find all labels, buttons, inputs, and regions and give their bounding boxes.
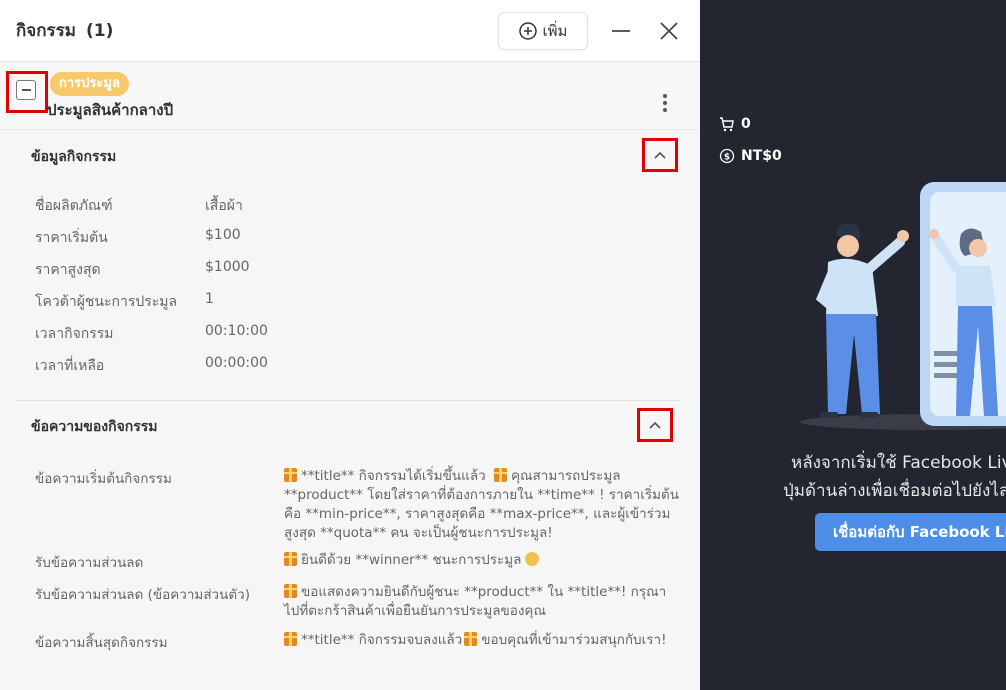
gift-icon: [284, 468, 297, 482]
chevron-up-icon: [649, 421, 661, 429]
gift-icon: [284, 632, 297, 646]
info-section-header[interactable]: ข้อมูลกิจกรรม: [16, 131, 681, 183]
gift-icon: [284, 552, 297, 566]
message-row-end: ข้อความสิ้นสุดกิจกรรม **title** กิจกรรมจ…: [16, 631, 681, 679]
minimize-button[interactable]: [606, 16, 636, 46]
info-value: 00:00:00: [205, 355, 268, 371]
info-row-remaining: เวลาที่เหลือ 00:00:00: [16, 355, 681, 387]
message-section-title: ข้อความของกิจกรรม: [31, 419, 158, 435]
dollar-icon: $: [719, 148, 735, 164]
gift-icon: [493, 468, 507, 482]
info-section-title: ข้อมูลกิจกรรม: [31, 149, 117, 165]
message-value: **title** กิจกรรมได้เริ่มขึ้นแล้ว คุณสาม…: [284, 467, 679, 543]
info-label: โควต้าผู้ชนะการประมูล: [35, 294, 178, 310]
info-label: เวลาที่เหลือ: [35, 358, 105, 374]
message-row-discount: รับข้อความส่วนลด ยินดีด้วย **winner** ชน…: [16, 551, 681, 583]
add-button[interactable]: เพิ่ม: [498, 11, 588, 50]
close-icon: [660, 21, 678, 40]
info-row-winner-quota: โควต้าผู้ชนะการประมูล 1: [16, 291, 681, 323]
more-vertical-icon[interactable]: [654, 90, 676, 116]
info-row-product: ชื่อผลิตภัณฑ์ เสื้อผ้า: [16, 195, 681, 227]
svg-text:$: $: [724, 153, 730, 163]
message-row-start: ข้อความเริ่มต้นกิจกรรม **title** กิจกรรม…: [16, 467, 681, 551]
plus-circle-icon: [518, 21, 537, 40]
info-value: $100: [205, 227, 241, 243]
balance-stat: $ NT$0: [719, 148, 782, 164]
connect-facebook-live-button[interactable]: เชื่อมต่อกับ Facebook Live: [815, 513, 1006, 551]
info-label: ราคาสูงสุด: [35, 262, 101, 278]
cart-count: 0: [741, 116, 751, 132]
panel-header: กิจกรรม (1) เพิ่ม: [0, 0, 700, 62]
message-text: ขอแสดงความยินดีกับผู้ชนะ **product** ใน …: [284, 584, 667, 619]
clap-icon: [525, 552, 540, 566]
message-section-header[interactable]: ข้อความของกิจกรรม: [16, 401, 681, 453]
event-type-badge: การประมูล: [50, 72, 129, 96]
activity-panel: กิจกรรม (1) เพิ่ม การประมูล ประมูลสินค้า…: [0, 0, 700, 690]
info-value: เสื้อผ้า: [205, 198, 243, 214]
message-text: ขอบคุณที่เข้ามาร่วมสนุกกับเรา!: [481, 632, 667, 648]
cart-stat: 0: [719, 116, 751, 132]
collapse-icon[interactable]: [16, 80, 36, 100]
close-button[interactable]: [654, 16, 684, 46]
activity-count: (1): [86, 20, 114, 41]
message-label: รับข้อความส่วนลด (ข้อความส่วนตัว): [35, 587, 250, 603]
message-text: **title** กิจกรรมจบลงแล้ว: [301, 632, 463, 648]
minimize-icon: [612, 29, 630, 32]
info-row-max-price: ราคาสูงสุด $1000: [16, 259, 681, 291]
gift-icon: [464, 632, 478, 646]
event-item[interactable]: การประมูล ประมูลสินค้ากลางปี: [0, 62, 700, 130]
connect-instructions-line2: ปุ่มด้านล่างเพื่อเชื่อมต่อไปยังไล: [783, 481, 1006, 501]
message-value: **title** กิจกรรมจบลงแล้ว ขอบคุณที่เข้ามา…: [284, 631, 679, 650]
message-section: ข้อความของกิจกรรม ข้อความเริ่มต้นกิจกรรม…: [16, 401, 681, 679]
info-collapse-button[interactable]: [642, 138, 678, 172]
message-value: ขอแสดงความยินดีกับผู้ชนะ **product** ใน …: [284, 583, 679, 621]
gift-icon: [284, 584, 297, 598]
cart-icon: [720, 117, 734, 132]
panel-title: กิจกรรม: [16, 21, 77, 41]
add-button-label: เพิ่ม: [542, 21, 568, 40]
message-collapse-button[interactable]: [637, 408, 673, 442]
event-name: ประมูลสินค้ากลางปี: [47, 101, 174, 119]
message-label: รับข้อความส่วนลด: [35, 555, 144, 571]
info-label: ราคาเริ่มต้น: [35, 230, 108, 246]
info-row-duration: เวลากิจกรรม 00:10:00: [16, 323, 681, 355]
balance-value: NT$0: [741, 148, 782, 164]
message-label: ข้อความสิ้นสุดกิจกรรม: [35, 635, 168, 651]
message-value: ยินดีด้วย **winner** ชนะการประมูล: [284, 551, 679, 570]
info-value: 1: [205, 291, 214, 307]
live-preview-panel: 0 $ NT$0 หลังจากเริ่มใช้ Facebook Live ป…: [700, 0, 1006, 690]
connect-instructions-line1: หลังจากเริ่มใช้ Facebook Live: [791, 453, 1006, 473]
message-text: **title** กิจกรรมได้เริ่มขึ้นแล้ว: [301, 468, 486, 484]
info-row-start-price: ราคาเริ่มต้น $100: [16, 227, 681, 259]
info-value: $1000: [205, 259, 250, 275]
message-label: ข้อความเริ่มต้นกิจกรรม: [35, 471, 172, 487]
info-label: เวลากิจกรรม: [35, 326, 114, 342]
info-value: 00:10:00: [205, 323, 268, 339]
info-section: ข้อมูลกิจกรรม ชื่อผลิตภัณฑ์ เสื้อผ้า ราค…: [16, 131, 681, 387]
live-illustration: [800, 182, 1006, 430]
message-row-discount-private: รับข้อความส่วนลด (ข้อความส่วนตัว) ขอแสดง…: [16, 583, 681, 631]
info-label: ชื่อผลิตภัณฑ์: [35, 198, 113, 214]
message-text: ยินดีด้วย **winner** ชนะการประมูล: [301, 552, 522, 568]
chevron-up-icon: [654, 151, 666, 159]
